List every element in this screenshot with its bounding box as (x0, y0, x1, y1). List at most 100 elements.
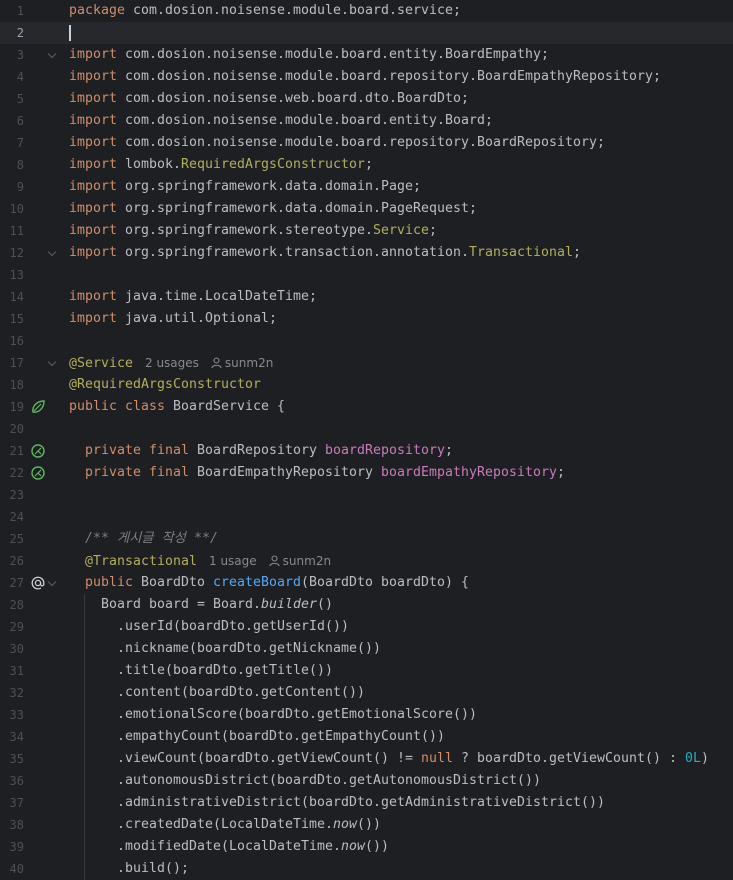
code-token: .createdDate(LocalDateTime. (69, 817, 333, 832)
code-token: .emotionalScore(boardDto.getEmotionalSco… (69, 707, 477, 722)
code-token: @Transactional (85, 554, 197, 569)
code-token: com.dosion.noisense.module.board.reposit… (117, 135, 605, 150)
code-line[interactable]: 28 Board board = Board.builder() (0, 594, 733, 616)
line-number: 5 (16, 92, 24, 106)
code-line[interactable]: 1 package com.dosion.noisense.module.boar… (0, 0, 733, 22)
code-token: BoardService { (165, 399, 285, 414)
code-line[interactable]: 12 import org.springframework.transaction… (0, 242, 733, 264)
code-line[interactable]: 30 .nickname(boardDto.getNickname()) (0, 638, 733, 660)
line-number: 11 (9, 224, 24, 238)
code-line[interactable]: 21 private final BoardRepository boardRe… (0, 440, 733, 462)
spring-bean-icon[interactable] (30, 443, 46, 459)
code-token: import (69, 311, 117, 326)
code-line[interactable]: 11 import org.springframework.stereotype.… (0, 220, 733, 242)
spring-bean-icon[interactable] (30, 465, 46, 481)
code-line[interactable]: 31 .title(boardDto.getTitle()) (0, 660, 733, 682)
code-token: .empathyCount(boardDto.getEmpathyCount()… (69, 729, 445, 744)
line-number: 37 (9, 796, 24, 810)
line-number: 40 (9, 862, 24, 876)
code-line[interactable]: 14 import java.time.LocalDateTime; (0, 286, 733, 308)
code-line[interactable]: 25 /** 게시글 작성 **/ (0, 528, 733, 550)
at-sign-icon[interactable] (30, 575, 46, 591)
code-line[interactable]: 10 import org.springframework.data.domain… (0, 198, 733, 220)
code-token: com.dosion.noisense.web.board.dto.BoardD… (117, 91, 469, 106)
code-text: import java.util.Optional; (69, 308, 277, 330)
code-token: com.dosion.noisense.module.board.entity.… (117, 113, 493, 128)
line-number: 2 (16, 26, 24, 40)
code-line[interactable]: 34 .empathyCount(boardDto.getEmpathyCoun… (0, 726, 733, 748)
code-token: .title(boardDto.getTitle()) (69, 663, 333, 678)
code-token: import (69, 69, 117, 84)
code-line[interactable]: 36 .autonomousDistrict(boardDto.getAuton… (0, 770, 733, 792)
code-line[interactable]: 35 .viewCount(boardDto.getViewCount() !=… (0, 748, 733, 770)
code-line[interactable]: 26 @Transactional 1 usage sunm2n (0, 550, 733, 572)
line-number: 25 (9, 532, 24, 546)
code-line[interactable]: 3 import com.dosion.noisense.module.board… (0, 44, 733, 66)
code-line[interactable]: 20 (0, 418, 733, 440)
code-line[interactable]: 13 (0, 264, 733, 286)
line-number: 35 (9, 752, 24, 766)
code-token: @Service (69, 356, 133, 371)
line-number: 17 (9, 356, 24, 370)
code-token: .userId(boardDto.getUserId()) (69, 619, 349, 634)
author-hint[interactable]: sunm2n (269, 554, 331, 568)
code-token: /** 게시글 작성 **/ (85, 531, 218, 546)
usages-hint[interactable]: 1 usage (209, 554, 257, 568)
code-line[interactable]: 38 .createdDate(LocalDateTime.now()) (0, 814, 733, 836)
fold-chevron-icon[interactable] (47, 577, 57, 587)
code-line[interactable]: 18 @RequiredArgsConstructor (0, 374, 733, 396)
line-number: 32 (9, 686, 24, 700)
code-line[interactable]: 17 @Service 2 usages sunm2n (0, 352, 733, 374)
code-line[interactable]: 33 .emotionalScore(boardDto.getEmotional… (0, 704, 733, 726)
user-icon (211, 357, 222, 369)
code-line[interactable]: 8 import lombok.RequiredArgsConstructor; (0, 154, 733, 176)
line-number: 29 (9, 620, 24, 634)
code-token: .administrativeDistrict(boardDto.getAdmi… (69, 795, 605, 810)
code-line[interactable]: 40 .build(); (0, 858, 733, 880)
spring-bean-icon[interactable] (30, 399, 46, 415)
code-line[interactable]: 39 .modifiedDate(LocalDateTime.now()) (0, 836, 733, 858)
code-token: .nickname(boardDto.getNickname()) (69, 641, 381, 656)
code-line[interactable]: 23 (0, 484, 733, 506)
code-token: Transactional (468, 245, 573, 260)
code-editor[interactable]: 1 package com.dosion.noisense.module.boar… (0, 0, 733, 880)
code-line[interactable]: 29 .userId(boardDto.getUserId()) (0, 616, 733, 638)
code-token: BoardEmpathyRepository (189, 465, 381, 480)
fold-chevron-icon[interactable] (47, 49, 57, 59)
code-token: createBoard (213, 575, 301, 590)
line-number: 6 (16, 114, 24, 128)
code-token: boardRepository (325, 443, 445, 458)
code-token: 0L (684, 751, 701, 766)
code-text: .userId(boardDto.getUserId()) (69, 616, 349, 638)
code-line[interactable]: 4 import com.dosion.noisense.module.board… (0, 66, 733, 88)
line-number: 10 (9, 202, 24, 216)
code-line[interactable]: 19 public class BoardService { (0, 396, 733, 418)
code-token: @RequiredArgsConstructor (69, 377, 261, 392)
code-line[interactable]: 24 (0, 506, 733, 528)
code-line[interactable]: 5 import com.dosion.noisense.web.board.dt… (0, 88, 733, 110)
author-hint[interactable]: sunm2n (211, 356, 273, 370)
code-line[interactable]: 32 .content(boardDto.getContent()) (0, 682, 733, 704)
code-token: public (85, 575, 133, 590)
code-line[interactable]: 22 private final BoardEmpathyRepository … (0, 462, 733, 484)
code-line[interactable]: 16 (0, 330, 733, 352)
code-line[interactable]: 7 import com.dosion.noisense.module.board… (0, 132, 733, 154)
code-line[interactable]: 6 import com.dosion.noisense.module.board… (0, 110, 733, 132)
code-line[interactable]: 15 import java.util.Optional; (0, 308, 733, 330)
fold-chevron-icon[interactable] (47, 247, 57, 257)
code-text: import com.dosion.noisense.module.board.… (69, 132, 605, 154)
code-line[interactable]: 27 public BoardDto createBoard(BoardDto … (0, 572, 733, 594)
line-number: 18 (9, 378, 24, 392)
code-text: import org.springframework.data.domain.P… (69, 198, 477, 220)
code-line[interactable]: 2 (0, 22, 733, 44)
line-number: 21 (9, 444, 24, 458)
line-number: 13 (9, 268, 24, 282)
code-text: public BoardDto createBoard(BoardDto boa… (69, 572, 469, 594)
code-token: import (69, 113, 117, 128)
fold-chevron-icon[interactable] (47, 357, 57, 367)
code-text: import com.dosion.noisense.module.board.… (69, 44, 549, 66)
code-line[interactable]: 37 .administrativeDistrict(boardDto.getA… (0, 792, 733, 814)
usages-hint[interactable]: 2 usages (145, 356, 199, 370)
code-line[interactable]: 9 import org.springframework.data.domain.… (0, 176, 733, 198)
line-number: 19 (9, 400, 24, 414)
